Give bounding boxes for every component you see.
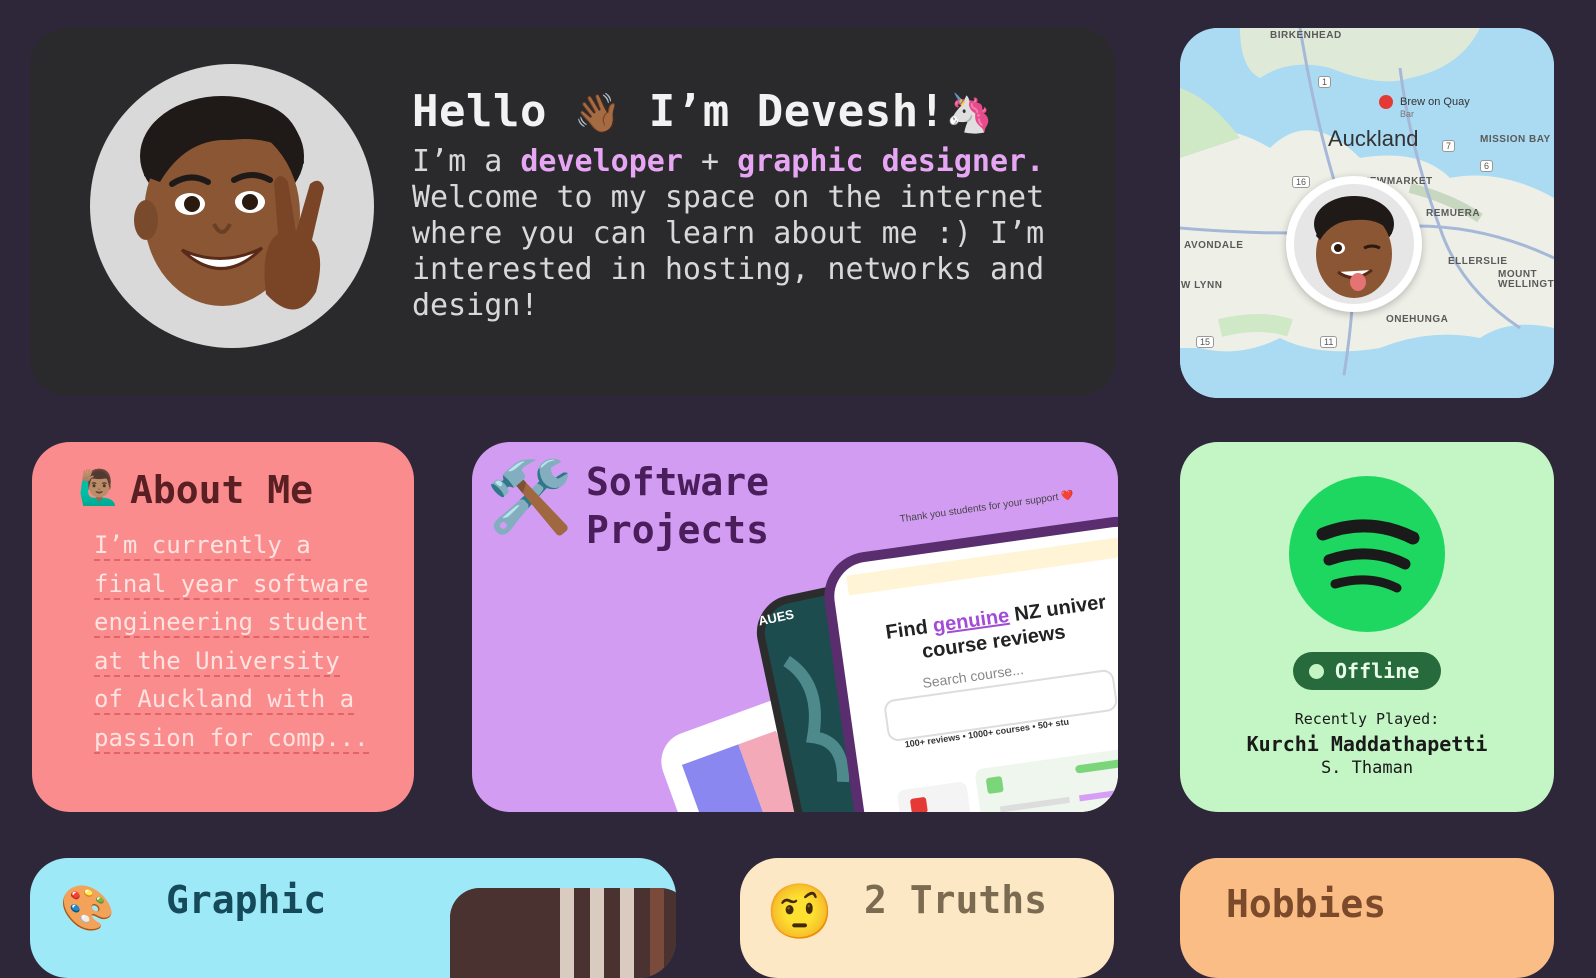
- graphic-preview-image: [450, 888, 676, 978]
- map-road-marker: 15: [1196, 336, 1215, 348]
- hero-heading: Hello 👋🏾 I’m Devesh!🦄: [412, 86, 994, 137]
- status-dot-icon: [1309, 664, 1324, 679]
- memoji-avatar: [90, 64, 374, 348]
- waving-hand-icon: 👋🏾: [573, 91, 622, 135]
- graphic-heading: Graphic: [166, 878, 327, 922]
- project-screenshots: Thank you students for your support ❤️ F…: [632, 482, 1118, 812]
- hobbies-heading: Hobbies: [1226, 882, 1387, 926]
- about-me-text: I’m currently a final year software engi…: [94, 526, 394, 757]
- song-artist: S. Thaman: [1320, 758, 1414, 778]
- map-label-ellerslie: ELLERSLIE: [1448, 256, 1508, 267]
- hammer-and-wrench-icon: 🛠️: [486, 456, 574, 538]
- map-location-avatar: [1286, 176, 1422, 312]
- software-projects-card[interactable]: 🛠️ Software Projects Thank you students …: [472, 442, 1118, 812]
- song-title: Kurchi Maddathapetti: [1246, 732, 1488, 756]
- spotify-icon: [1289, 476, 1445, 632]
- map-label-mission-bay: MISSION BAY: [1480, 134, 1551, 145]
- two-truths-heading: 2 Truths: [864, 878, 1048, 922]
- location-map-card[interactable]: BIRKENHEAD MISSION BAY NEWMARKET REMUERA…: [1180, 28, 1554, 398]
- map-road-marker: 6: [1480, 160, 1494, 172]
- about-line: at the University: [94, 646, 340, 677]
- about-me-card[interactable]: 🙋🏽‍♂️ About Me I’m currently a final yea…: [32, 442, 414, 812]
- about-line: I’m currently a: [94, 531, 311, 561]
- recently-played-label: Recently Played:: [1294, 710, 1440, 728]
- map-city-label: Auckland: [1328, 126, 1419, 151]
- about-line: final year software: [94, 569, 369, 600]
- map-road-marker: 7: [1442, 140, 1456, 152]
- hobbies-card[interactable]: Hobbies: [1180, 858, 1554, 978]
- two-truths-card[interactable]: 🤨 2 Truths: [740, 858, 1114, 978]
- map-label-mount-wellington: MOUNT WELLINGTON: [1498, 269, 1554, 290]
- map-label-new-lynn: NEW LYNN: [1180, 280, 1223, 291]
- map-label-onehunga: ONEHUNGA: [1386, 314, 1449, 325]
- artist-palette-icon: 🎨: [60, 883, 115, 934]
- about-me-heading: About Me: [130, 468, 314, 512]
- about-line: passion for comp...: [94, 723, 369, 754]
- about-line: of Auckland with a: [94, 685, 355, 715]
- map-pin-label: Brew on Quay Bar: [1400, 96, 1470, 119]
- highlight-graphic-designer: graphic designer.: [737, 144, 1045, 179]
- status-badge: Offline: [1293, 652, 1441, 690]
- map-road-marker: 1: [1318, 76, 1332, 88]
- map-label-birkenhead: BIRKENHEAD: [1270, 30, 1342, 41]
- map-road-marker: 11: [1320, 336, 1338, 348]
- raised-eyebrow-face-icon: 🤨: [766, 880, 834, 943]
- highlight-developer: developer: [520, 144, 683, 179]
- person-raising-hand-icon: 🙋🏽‍♂️: [78, 468, 121, 508]
- map-label-avondale: AVONDALE: [1184, 240, 1244, 251]
- unicorn-icon: 🦄: [945, 91, 994, 135]
- hero-description: I’m a developer + graphic designer. Welc…: [412, 144, 1045, 323]
- map-road-marker: 16: [1292, 176, 1311, 188]
- intro-card: Hello 👋🏾 I’m Devesh!🦄 I’m a developer + …: [30, 28, 1116, 396]
- about-line: engineering student: [94, 608, 369, 638]
- graphic-design-card[interactable]: 🎨 Graphic: [30, 858, 676, 978]
- spotify-card[interactable]: Offline Recently Played: Kurchi Maddatha…: [1180, 442, 1554, 812]
- map-label-remuera: REMUERA: [1426, 208, 1481, 219]
